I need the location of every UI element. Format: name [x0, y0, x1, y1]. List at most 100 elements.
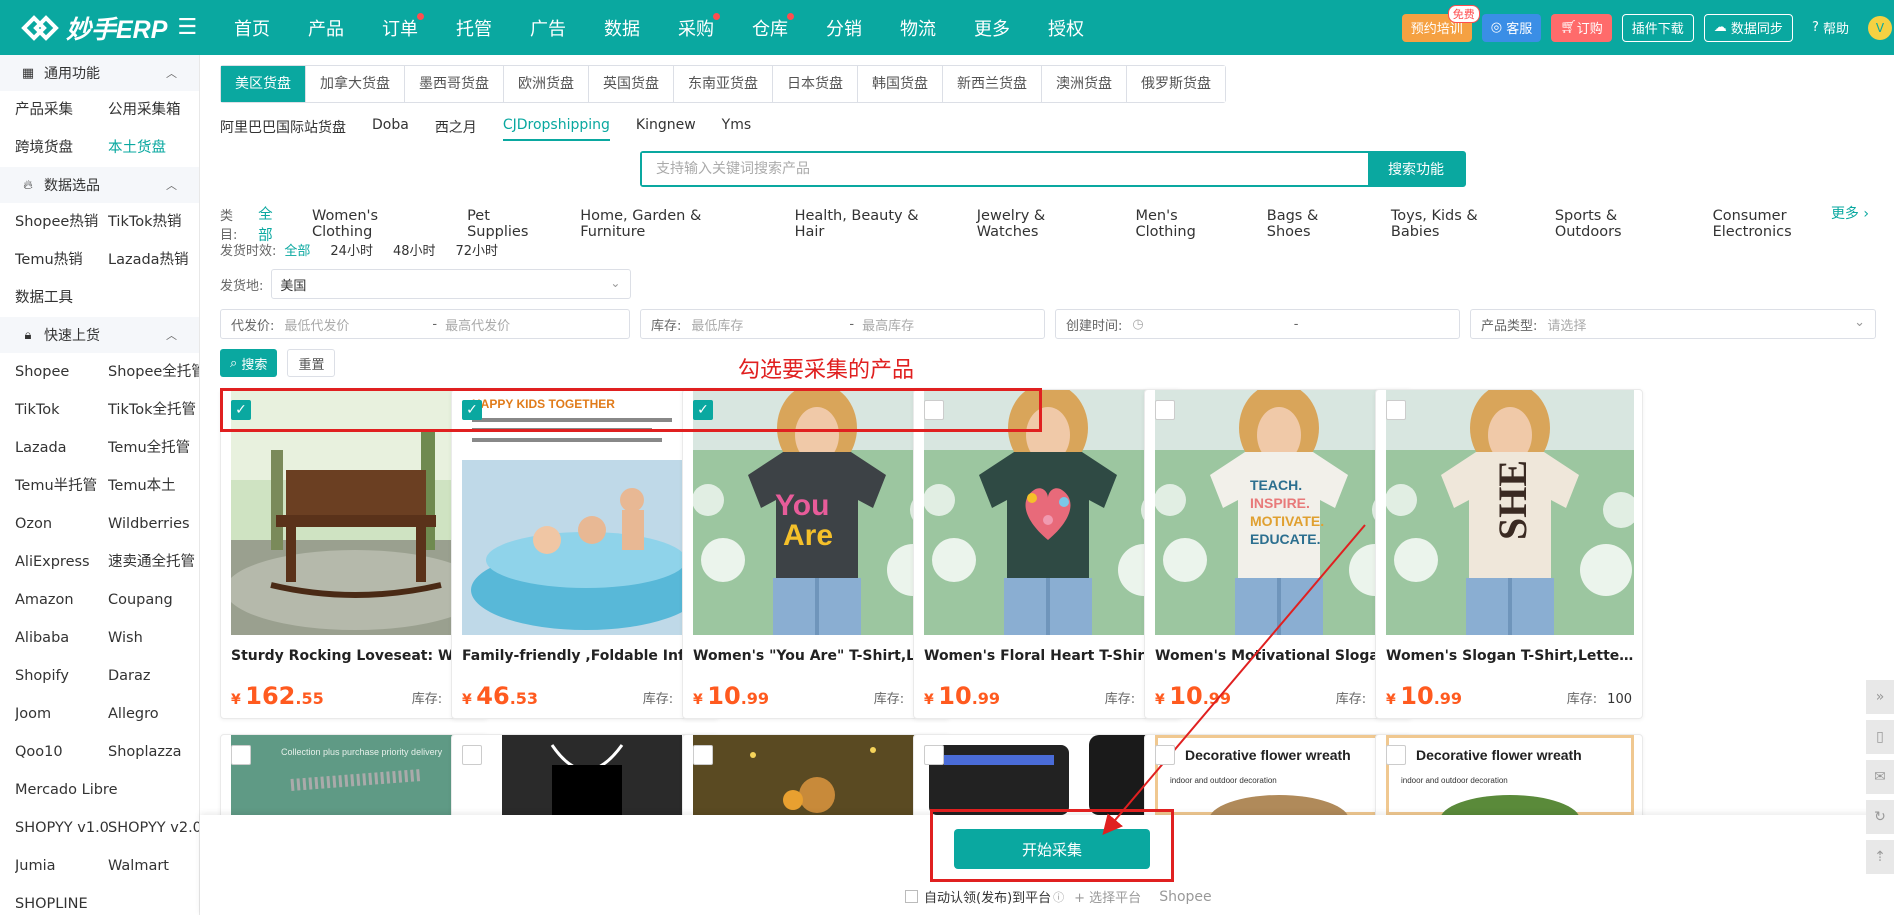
category-item[interactable]: Men's Clothing: [1135, 208, 1241, 240]
product-image[interactable]: [924, 735, 1172, 815]
region-tab[interactable]: 俄罗斯货盘: [1127, 66, 1225, 102]
product-image[interactable]: TEACH. INSPIRE. MOTIVATE. EDUCATE.: [1155, 390, 1403, 635]
sidebar-item[interactable]: Coupang: [108, 581, 199, 619]
product-title[interactable]: Family-friendly ,Foldable Inflatable,...: [462, 648, 712, 664]
avatar[interactable]: V: [1868, 15, 1892, 40]
sidebar-item[interactable]: Shopee: [15, 353, 108, 391]
nav-item-6[interactable]: 采购: [659, 12, 733, 41]
info-icon[interactable]: ⓘ: [1053, 889, 1064, 905]
sidebar-item[interactable]: Temu半托管: [15, 467, 108, 505]
ship-time-option[interactable]: 24小时: [330, 240, 373, 259]
ship-time-option[interactable]: 48小时: [393, 240, 436, 259]
back-to-top-icon[interactable]: ⇡: [1866, 840, 1894, 874]
sidebar-item[interactable]: SHOPYY v2.0: [108, 809, 199, 847]
product-title[interactable]: Women's "You Are" T-Shirt,Letter P...: [693, 648, 943, 664]
sidebar-item[interactable]: Shopify: [15, 657, 108, 695]
product-card[interactable]: Collection plus purchase priority delive…: [220, 734, 488, 824]
category-item[interactable]: Sports & Outdoors: [1555, 208, 1688, 240]
logo[interactable]: 妙手ERP ☰: [0, 10, 200, 46]
category-item[interactable]: Women's Clothing: [312, 208, 442, 240]
sidebar-item[interactable]: TikTok全托管: [108, 391, 199, 429]
product-checkbox[interactable]: [462, 745, 482, 765]
sidebar-item[interactable]: Alibaba: [15, 619, 108, 657]
category-item[interactable]: Jewelry & Watches: [977, 208, 1111, 240]
sidebar-section-1[interactable]: 🔥︎ 数据选品 ︿: [0, 167, 199, 203]
sidebar-item[interactable]: Temu热销: [15, 241, 108, 279]
help-button[interactable]: ? 帮助: [1803, 14, 1858, 42]
product-card[interactable]: SHE Women's Slogan T-Shirt,Letter Prin..…: [1375, 389, 1643, 719]
nav-item-4[interactable]: 广告: [511, 15, 585, 41]
region-tab[interactable]: 东南亚货盘: [674, 66, 773, 102]
nav-item-2[interactable]: 订单: [363, 12, 437, 41]
category-item[interactable]: Toys, Kids & Babies: [1391, 208, 1530, 240]
order-button[interactable]: 🛒︎ 订购: [1551, 13, 1612, 42]
ship-from-select[interactable]: 美国 ⌄: [271, 269, 632, 299]
product-checkbox[interactable]: [924, 745, 944, 765]
product-checkbox[interactable]: ✓: [462, 400, 482, 420]
product-checkbox[interactable]: [1386, 400, 1406, 420]
data-sync-button[interactable]: ☁ 数据同步: [1703, 13, 1793, 42]
category-item[interactable]: Pet Supplies: [467, 208, 555, 240]
sidebar-item[interactable]: Lazada热销: [108, 241, 199, 279]
nav-item-5[interactable]: 数据: [585, 15, 659, 41]
sidebar-item[interactable]: Ozon: [15, 505, 108, 543]
sidebar-item[interactable]: Qoo10: [15, 733, 108, 771]
nav-item-8[interactable]: 分销: [807, 15, 881, 41]
service-button[interactable]: ◎ 客服: [1481, 13, 1542, 42]
product-image[interactable]: SHE: [1386, 390, 1634, 635]
price-max-input[interactable]: 最高代发价: [445, 315, 510, 334]
category-item[interactable]: Bags & Shoes: [1267, 208, 1366, 240]
category-item[interactable]: Home, Garden & Furniture: [580, 208, 769, 240]
source-tab[interactable]: CJDropshipping: [502, 117, 610, 141]
sidebar-item[interactable]: SHOPYY v1.0: [15, 809, 108, 847]
region-tab[interactable]: 日本货盘: [773, 66, 858, 102]
sidebar-item[interactable]: 产品采集: [15, 91, 108, 129]
sidebar-item[interactable]: Jumia: [15, 847, 108, 885]
product-checkbox[interactable]: [924, 400, 944, 420]
product-checkbox[interactable]: [693, 745, 713, 765]
product-card[interactable]: HAPPY KIDS TOGETHER ✓ Family-friendly ,Fo…: [451, 389, 719, 719]
sidebar-item[interactable]: Allegro: [108, 695, 199, 733]
category-item[interactable]: Health, Beauty & Hair: [795, 208, 952, 240]
region-tab[interactable]: 新西兰货盘: [943, 66, 1042, 102]
sidebar-item[interactable]: Walmart: [108, 847, 199, 885]
product-title[interactable]: Sturdy Rocking Loveseat: Wooden L...: [231, 648, 481, 664]
plugin-download-button[interactable]: 插件下载: [1621, 13, 1694, 42]
sidebar-item[interactable]: Amazon: [15, 581, 108, 619]
collapse-icon[interactable]: »: [1866, 680, 1894, 714]
product-image[interactable]: Decorative flower wreath indoor and outdo…: [1386, 735, 1634, 815]
source-tab[interactable]: 西之月: [435, 117, 477, 141]
product-title[interactable]: Women's Floral Heart T-Shirt,Heart ...: [924, 648, 1174, 664]
select-platform-button[interactable]: + 选择平台: [1074, 887, 1141, 906]
sidebar-item[interactable]: Shopee全托管: [108, 353, 199, 391]
nav-item-0[interactable]: 首页: [215, 15, 289, 41]
product-title[interactable]: Women's Slogan T-Shirt,Letter Prin...: [1386, 648, 1636, 664]
category-item[interactable]: 全部: [258, 203, 287, 245]
region-tab[interactable]: 美区货盘: [221, 66, 306, 102]
sidebar-item[interactable]: Daraz: [108, 657, 199, 695]
region-tab[interactable]: 英国货盘: [589, 66, 674, 102]
sidebar-item[interactable]: Shopee热销: [15, 203, 108, 241]
ship-time-option[interactable]: 全部: [284, 240, 310, 259]
region-tab[interactable]: 韩国货盘: [858, 66, 943, 102]
reset-button[interactable]: 重置: [287, 349, 336, 377]
stock-max-input[interactable]: 最高库存: [862, 315, 914, 334]
product-title[interactable]: Women's Motivational Slogan T-Shi...: [1155, 648, 1405, 664]
filter-search-button[interactable]: ⌕ 搜索: [220, 349, 278, 377]
product-image[interactable]: [693, 735, 941, 815]
sidebar-item[interactable]: Wildberries: [108, 505, 199, 543]
product-checkbox[interactable]: [1155, 400, 1175, 420]
source-tab[interactable]: 阿里巴巴国际站货盘: [220, 117, 346, 141]
sidebar-item[interactable]: TikTok: [15, 391, 108, 429]
ship-time-option[interactable]: 72小时: [456, 240, 499, 259]
product-type-select[interactable]: 产品类型: 请选择 ⌄: [1470, 309, 1876, 339]
product-card[interactable]: [682, 734, 950, 824]
region-tab[interactable]: 加拿大货盘: [306, 66, 405, 102]
sidebar-item[interactable]: Wish: [108, 619, 199, 657]
stock-range-field[interactable]: 库存: 最低库存 - 最高库存: [640, 309, 1045, 339]
nav-item-7[interactable]: 仓库: [733, 12, 807, 41]
product-card[interactable]: [451, 734, 719, 824]
sidebar-item[interactable]: TikTok热销: [108, 203, 199, 241]
search-input[interactable]: [642, 153, 1368, 185]
sidebar-item[interactable]: Shoplazza: [108, 733, 199, 771]
